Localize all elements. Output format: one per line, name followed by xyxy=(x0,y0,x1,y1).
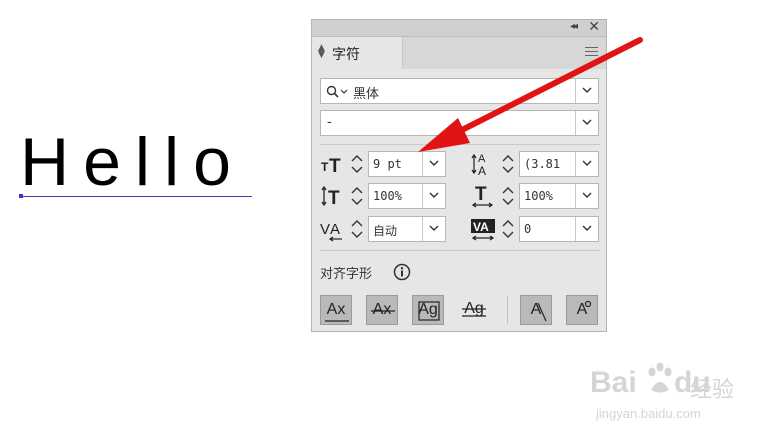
text-anchor-point[interactable] xyxy=(19,194,23,198)
watermark-url: jingyan.baidu.com xyxy=(596,406,701,421)
chevron-down-icon[interactable] xyxy=(575,217,598,241)
kerning-stepper[interactable] xyxy=(349,216,365,242)
font-style-field[interactable]: - xyxy=(320,110,599,136)
vertical-scale-value: 100% xyxy=(373,189,402,203)
glyph-button-label: Ax xyxy=(326,301,346,318)
font-family-value: 黑体 xyxy=(353,87,380,102)
align-glyphs-label: 对齐字形 xyxy=(320,267,373,282)
vertical-scale-input[interactable]: 100% xyxy=(368,183,446,209)
svg-text:T: T xyxy=(321,160,329,174)
align-glyph-bounds-button[interactable]: Ag xyxy=(412,295,444,325)
horizontal-scale-value: 100% xyxy=(524,189,553,203)
tracking-stepper[interactable] xyxy=(500,216,516,242)
paw-icon xyxy=(648,362,672,393)
divider xyxy=(507,296,508,324)
chevron-down-icon[interactable] xyxy=(575,152,598,176)
text-baseline xyxy=(20,196,252,197)
font-style-value: - xyxy=(327,115,332,130)
leading-icon: A A xyxy=(471,153,486,177)
glyph-button-label: A xyxy=(576,301,588,318)
svg-text:V: V xyxy=(320,221,330,238)
collapse-icon[interactable]: ◂◂ xyxy=(570,21,578,32)
tracking-icon: VA xyxy=(471,219,495,241)
chevron-down-icon[interactable] xyxy=(422,217,445,241)
menu-icon[interactable] xyxy=(585,47,598,57)
chevron-down-icon[interactable] xyxy=(575,111,598,135)
svg-text:A: A xyxy=(478,164,486,177)
svg-text:T: T xyxy=(475,184,487,205)
divider xyxy=(320,144,600,145)
tracking-input[interactable]: 0 xyxy=(519,216,599,242)
vertical-scale-icon: T xyxy=(321,185,340,209)
font-size-input[interactable]: 9 pt xyxy=(368,151,446,177)
tab-label: 字符 xyxy=(332,47,360,63)
horizontal-scale-stepper[interactable] xyxy=(500,183,516,209)
leading-value: (3.81 xyxy=(524,157,561,171)
panel-tab-row: ▲ ▼ 字符 xyxy=(312,37,606,69)
leading-stepper[interactable] xyxy=(500,151,516,177)
align-em-box-center-button[interactable]: Ax xyxy=(366,295,398,325)
baidu-watermark: Bai du 经验 jingyan.baidu.com xyxy=(590,360,740,430)
horizontal-scale-input[interactable]: 100% xyxy=(519,183,599,209)
search-icon[interactable] xyxy=(326,85,350,99)
align-anchor-button[interactable]: A xyxy=(566,295,598,325)
kerning-input[interactable]: 自动 xyxy=(368,216,446,242)
font-size-value: 9 pt xyxy=(373,157,402,171)
kerning-value: 自动 xyxy=(373,224,398,238)
panel-titlebar[interactable]: ◂◂ ✕ xyxy=(312,19,606,37)
svg-text:VA: VA xyxy=(473,220,489,234)
chevron-down-icon[interactable] xyxy=(422,152,445,176)
vertical-scale-stepper[interactable] xyxy=(349,183,365,209)
svg-text:T: T xyxy=(329,156,341,177)
tab-expand-icon[interactable]: ▲ ▼ xyxy=(318,44,325,60)
chevron-down-icon[interactable] xyxy=(575,184,598,208)
align-baseline-button[interactable]: Ag xyxy=(458,295,490,325)
align-angle-button[interactable]: A xyxy=(520,295,552,325)
canvas-text-hello[interactable]: Hello xyxy=(20,128,245,196)
divider xyxy=(320,250,600,251)
info-icon[interactable] xyxy=(393,263,411,281)
watermark-brand: Bai xyxy=(590,366,637,399)
chevron-down-icon[interactable] xyxy=(575,79,598,103)
tab-character[interactable]: ▲ ▼ 字符 xyxy=(312,37,403,69)
svg-text:A: A xyxy=(330,221,340,238)
kerning-icon: V A xyxy=(320,221,342,242)
leading-input[interactable]: (3.81 xyxy=(519,151,599,177)
tracking-value: 0 xyxy=(524,222,532,236)
chevron-down-icon[interactable] xyxy=(422,184,445,208)
svg-text:T: T xyxy=(328,188,340,209)
font-size-stepper[interactable] xyxy=(349,151,365,177)
font-family-field[interactable]: 黑体 xyxy=(320,78,599,104)
align-em-box-button[interactable]: Ax xyxy=(320,295,352,325)
watermark-cn: 经验 xyxy=(690,378,735,403)
font-size-icon: T T xyxy=(321,156,341,177)
horizontal-scale-icon: T xyxy=(471,184,494,208)
close-icon[interactable]: ✕ xyxy=(588,19,600,35)
character-panel: ◂◂ ✕ ▲ ▼ 字符 黑体 - T T 9 pt A A (3.81 T 10… xyxy=(311,19,607,332)
